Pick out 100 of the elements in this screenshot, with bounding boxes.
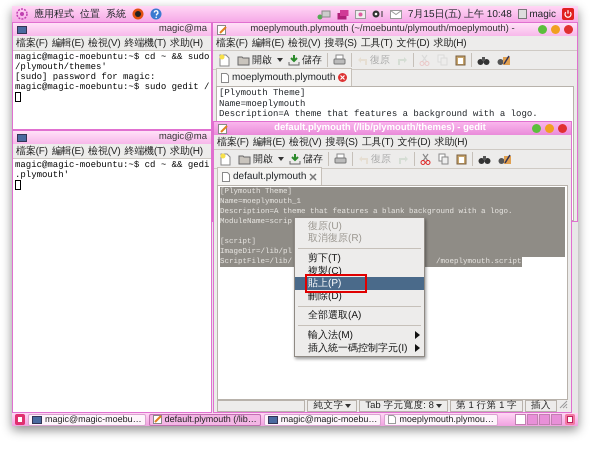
- menu-item[interactable]: 檢視(V): [289, 134, 322, 150]
- panel-menu[interactable]: 系統: [106, 6, 126, 22]
- menu-item[interactable]: 檔案(F): [16, 144, 48, 158]
- menu-item[interactable]: 工具(T): [362, 134, 394, 150]
- help-icon[interactable]: [150, 8, 162, 20]
- taskbar-button[interactable]: default.plymouth (/lib…: [148, 414, 261, 426]
- menu-item[interactable]: 輸入法(M): [295, 329, 424, 342]
- menu-item[interactable]: 文件(D): [398, 134, 430, 150]
- text-cursor: [15, 92, 21, 102]
- new-document-icon: [219, 54, 230, 66]
- new-button[interactable]: [217, 52, 232, 68]
- document-tab[interactable]: moeplymouth.plymouth: [216, 68, 352, 86]
- open-button[interactable]: 開啟: [236, 150, 275, 168]
- terminal-line: [sudo] password for magic:: [15, 72, 156, 82]
- resize-grip-icon: [559, 400, 568, 409]
- menu-item[interactable]: 檔案(F): [216, 36, 248, 50]
- printer-icon: [334, 153, 347, 165]
- close-icon[interactable]: [338, 73, 348, 82]
- menu-item[interactable]: 編輯(E): [52, 144, 84, 158]
- menu-item[interactable]: 求助(H): [170, 36, 203, 50]
- status-dropdown[interactable]: Tab 字元寬度: 8: [359, 400, 448, 412]
- menu-item[interactable]: 編輯(E): [252, 134, 286, 150]
- menu-item[interactable]: 搜尋(S): [325, 134, 358, 150]
- cut-button[interactable]: [418, 152, 433, 166]
- show-desktop-icon[interactable]: [15, 414, 25, 425]
- menu-item[interactable]: 搜尋(S): [324, 36, 357, 50]
- menu-item[interactable]: 貼上(P): [295, 277, 424, 290]
- status-label: 插入: [525, 400, 557, 412]
- taskbar-button[interactable]: moeplymouth.plymou…: [384, 414, 498, 426]
- copy-button[interactable]: [436, 152, 451, 166]
- menu-item[interactable]: 工具(T): [360, 36, 393, 50]
- scissors-icon: [419, 54, 430, 66]
- document-tab[interactable]: default.plymouth: [217, 167, 322, 185]
- envelope-icon[interactable]: [390, 10, 402, 18]
- new-button[interactable]: [218, 152, 233, 166]
- terminal-line: magic@magic-moebuntu:~$ cd ~ && gedi: [15, 160, 209, 170]
- menu-item[interactable]: 檢視(V): [88, 36, 120, 50]
- binoculars-pencil-icon: [498, 153, 512, 165]
- open-button[interactable]: 開啟: [235, 52, 274, 68]
- paste-button[interactable]: [453, 53, 468, 67]
- terminal-line: /plymouth/themes': [15, 62, 108, 72]
- menu-item[interactable]: 求助(H): [170, 144, 203, 158]
- close-button[interactable]: [564, 25, 573, 34]
- document-icon: [222, 172, 230, 182]
- window-title: moeplymouth.plymouth (~/moebuntu/plymouth/moeplymouth) -: [249, 23, 516, 36]
- caret-down-icon: [345, 404, 352, 408]
- globe-icon[interactable]: [132, 8, 144, 20]
- redo-icon: [397, 54, 408, 66]
- save-button[interactable]: 儲存: [286, 52, 324, 68]
- flower-logo-icon[interactable]: [16, 8, 28, 20]
- clipboard-icon: [456, 153, 467, 165]
- window-title: default.plymouth (/lib/plymouth/themes) - gedit: [273, 122, 487, 136]
- menu-item[interactable]: 剪下(T): [295, 252, 424, 265]
- speaker-icon[interactable]: [372, 9, 384, 19]
- menu-item[interactable]: 檢視(V): [88, 144, 120, 158]
- status-dropdown[interactable]: 純文字: [307, 400, 358, 412]
- menu-item[interactable]: 全部選取(A): [295, 310, 424, 322]
- close-button[interactable]: [558, 124, 567, 133]
- taskbar-button[interactable]: magic@magic-moebu…: [28, 414, 146, 426]
- menu-item[interactable]: 插入統一碼控制字元(I): [295, 342, 424, 354]
- terminal-icon: [32, 416, 42, 424]
- folder-icon: [238, 154, 251, 164]
- menu-item[interactable]: 文件(D): [396, 36, 430, 50]
- save-button[interactable]: 儲存: [287, 150, 325, 168]
- caret-down-icon: [278, 157, 284, 161]
- power-icon[interactable]: [562, 8, 574, 20]
- menu-item[interactable]: 編輯(E): [252, 36, 284, 50]
- menu-item[interactable]: 檢視(V): [288, 36, 320, 50]
- close-icon[interactable]: [309, 172, 318, 180]
- menu-item[interactable]: 檔案(F): [217, 134, 249, 150]
- replace-button[interactable]: [495, 53, 513, 67]
- print-button[interactable]: [331, 53, 348, 67]
- folders-icon[interactable]: [336, 8, 349, 20]
- panel-menu[interactable]: 位置: [80, 6, 100, 22]
- printer-icon: [333, 54, 346, 66]
- user-menu[interactable]: magic: [518, 6, 556, 22]
- print-button[interactable]: [332, 152, 349, 166]
- network-icon[interactable]: [316, 8, 331, 20]
- menu-item[interactable]: 終端機(T): [124, 36, 166, 50]
- panel-menu[interactable]: 應用程式: [34, 6, 74, 22]
- menu-item[interactable]: 求助(H): [434, 134, 468, 150]
- menu-item[interactable]: 檔案(F): [16, 36, 48, 50]
- terminal-icon: [17, 134, 27, 142]
- menu-item[interactable]: 終端機(T): [124, 144, 166, 158]
- document-icon: [221, 72, 229, 82]
- binoculars-pencil-icon: [497, 54, 511, 66]
- paste-button[interactable]: [454, 152, 469, 166]
- taskbar-button[interactable]: magic@magic-moebu…: [264, 414, 382, 426]
- caret-down-icon: [277, 58, 283, 62]
- panel-clock[interactable]: 7月15日(五) 上午 10:48: [408, 6, 512, 22]
- user-icon: [518, 9, 527, 19]
- pencil-document-icon: [217, 24, 227, 34]
- menu-item[interactable]: 求助(H): [433, 36, 466, 50]
- menu-item[interactable]: 編輯(E): [52, 36, 84, 50]
- binoculars-icon: [478, 154, 491, 164]
- workspace-switcher[interactable]: [515, 414, 562, 425]
- replace-button[interactable]: [496, 152, 514, 166]
- terminal-line: magic@magic-moebuntu:~$ sudo gedit /: [15, 82, 209, 92]
- trash-icon[interactable]: [565, 414, 575, 425]
- text-line: [Plymouth Theme]: [219, 88, 306, 98]
